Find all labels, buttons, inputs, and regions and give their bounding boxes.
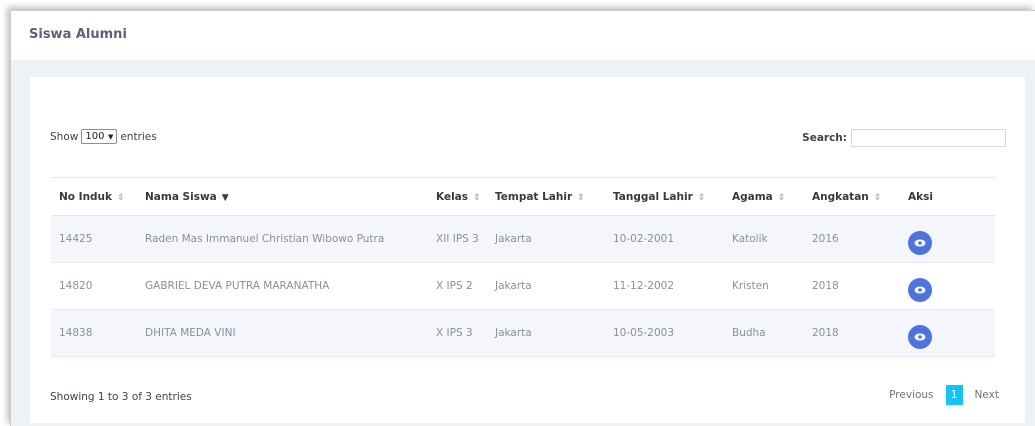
cell-no-induk: 14425: [59, 233, 93, 245]
column-header-no-induk[interactable]: No Induk ⇕: [51, 177, 137, 216]
cell-aksi: [900, 263, 995, 310]
column-header-angkatan[interactable]: Angkatan ⇕: [804, 177, 900, 216]
sort-desc-icon: ▼: [221, 192, 229, 203]
cell-no-induk: 14820: [59, 280, 93, 292]
eye-icon: [914, 333, 926, 341]
view-button[interactable]: [908, 231, 932, 255]
table-row: 14838 DHITA MEDA VINI X IPS 3 Jakarta 10…: [51, 309, 995, 357]
cell-angkatan: 2016: [812, 233, 839, 245]
entries-select-value: 100: [85, 131, 105, 142]
show-label: Show: [50, 130, 79, 143]
cell-agama: Kristen: [732, 280, 769, 292]
search-label: Search:: [802, 132, 847, 144]
eye-icon: [914, 286, 926, 294]
view-button[interactable]: [908, 278, 932, 302]
cell-tempat-lahir: Jakarta: [495, 280, 532, 292]
cell-agama: Katolik: [732, 233, 768, 245]
cell-angkatan: 2018: [812, 280, 839, 292]
sort-icon: ⇕: [697, 192, 706, 203]
sort-icon: ⇕: [577, 192, 585, 203]
column-header-kelas[interactable]: Kelas ⇕: [428, 177, 487, 216]
pagination: Previous 1 Next: [877, 385, 1011, 405]
cell-kelas: X IPS 2: [436, 280, 473, 292]
entries-select[interactable]: 100 ▼: [81, 129, 118, 144]
column-header-nama-siswa[interactable]: Nama Siswa ▼: [137, 177, 428, 216]
table-row: 14820 GABRIEL DEVA PUTRA MARANATHA X IPS…: [51, 262, 995, 310]
cell-tanggal-lahir: 10-02-2001: [613, 233, 675, 245]
previous-page-button[interactable]: Previous: [877, 389, 945, 401]
page-header: Siswa Alumni: [11, 11, 1035, 60]
content-frame: Siswa Alumni Show 100 ▼ entries Search: …: [10, 10, 1035, 426]
cell-agama: Budha: [732, 327, 766, 339]
cell-aksi: [900, 216, 995, 263]
entries-label: entries: [120, 130, 157, 143]
cell-tanggal-lahir: 10-05-2003: [613, 327, 675, 339]
eye-icon: [914, 239, 926, 247]
column-header-agama[interactable]: Agama ⇕: [724, 177, 804, 216]
chevron-down-icon: ▼: [107, 132, 114, 141]
cell-kelas: X IPS 3: [436, 327, 473, 339]
table-info: Showing 1 to 3 of 3 entries: [50, 391, 192, 403]
alumni-card: Show 100 ▼ entries Search: No Induk ⇕ Nam…: [30, 77, 1025, 423]
table-header-row: No Induk ⇕ Nama Siswa ▼ Kelas ⇕ Tempat Lahi…: [51, 177, 995, 216]
column-header-tanggal-lahir[interactable]: Tanggal Lahir ⇕: [605, 177, 724, 216]
cell-no-induk: 14838: [59, 327, 93, 339]
cell-tanggal-lahir: 11-12-2002: [613, 280, 675, 292]
alumni-table: No Induk ⇕ Nama Siswa ▼ Kelas ⇕ Tempat Lahi…: [51, 177, 995, 357]
sort-icon: ⇕: [777, 192, 786, 203]
page-1-button[interactable]: 1: [945, 385, 963, 405]
cell-aksi: [900, 310, 995, 357]
sort-icon: ⇕: [473, 192, 481, 203]
cell-nama-siswa: DHITA MEDA VINI: [145, 327, 236, 339]
table-row: 14425 Raden Mas Immanuel Christian Wibow…: [51, 215, 995, 263]
cell-nama-siswa: Raden Mas Immanuel Christian Wibowo Putr…: [145, 233, 385, 245]
cell-tempat-lahir: Jakarta: [495, 233, 532, 245]
sort-icon: ⇕: [873, 192, 882, 203]
search-control: Search:: [802, 129, 1006, 147]
column-header-tempat-lahir[interactable]: Tempat Lahir ⇕: [487, 177, 605, 216]
next-page-button[interactable]: Next: [963, 389, 1011, 401]
column-header-aksi: Aksi: [900, 177, 995, 216]
page-title: Siswa Alumni: [29, 27, 127, 42]
view-button[interactable]: [908, 325, 932, 349]
cell-tempat-lahir: Jakarta: [495, 327, 532, 339]
cell-nama-siswa: GABRIEL DEVA PUTRA MARANATHA: [145, 280, 330, 292]
sort-icon: ⇕: [117, 192, 125, 203]
cell-kelas: XII IPS 3: [436, 233, 479, 245]
entries-length-control: Show 100 ▼ entries: [50, 129, 157, 144]
search-input[interactable]: [851, 129, 1006, 147]
cell-angkatan: 2018: [812, 327, 839, 339]
